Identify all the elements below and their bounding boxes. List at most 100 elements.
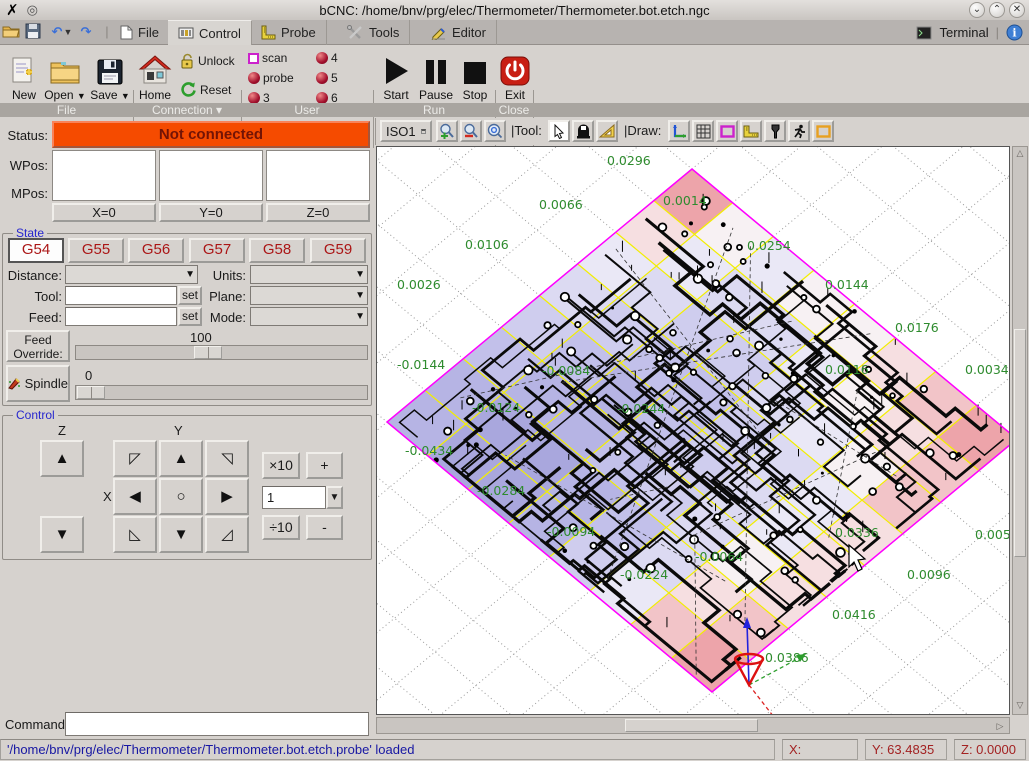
stop-button[interactable]: Stop [458,48,492,102]
maximize-button[interactable]: ⌃ [989,2,1005,18]
user-probe-button[interactable]: probe [248,71,294,85]
spindle-slider-handle[interactable] [77,386,105,399]
jog-x-plus-button[interactable]: ▶ [205,478,249,515]
tab-editor[interactable]: Editor [420,20,497,45]
user-4-button[interactable]: 4 [316,51,338,65]
zero-y-button[interactable]: Y=0 [159,203,263,222]
exit-button[interactable]: Exit [498,48,532,102]
open-button[interactable]: Open ▼ [44,48,86,102]
draw-margins-button[interactable] [716,120,738,142]
step-div10-button[interactable]: ÷10 [262,515,300,540]
wcs-g56-button[interactable]: G56 [128,238,184,263]
scroll-up-icon[interactable]: △ [1013,148,1027,159]
open-file-icon[interactable] [2,23,22,42]
feed-set-button[interactable]: set [178,307,202,326]
zoom-out-button[interactable] [460,120,482,142]
distance-combo[interactable]: ▼ [65,265,198,284]
user-5-button[interactable]: 5 [316,71,338,85]
canvas-coord-label: 0.0014 [663,193,707,208]
step-value-dropdown[interactable]: ▼ [326,486,343,509]
draw-paths-button[interactable] [788,120,810,142]
canvas-coord-label: 0.0066 [539,197,583,212]
zoom-in-button[interactable] [436,120,458,142]
save-file-icon[interactable] [25,23,45,42]
jog-y-up-button[interactable]: ▲ [159,440,203,477]
pause-button[interactable]: Pause [417,48,455,102]
status-value[interactable]: Not connected [52,121,370,148]
save-button[interactable]: Save ▼ [90,48,130,102]
gcode-canvas[interactable]: 0.02960.00660.00140.02540.01060.00260.01… [376,146,1010,715]
jog-x-minus-button[interactable]: ◀ [113,478,157,515]
tool-select-button[interactable] [548,120,570,142]
tool-set-button[interactable]: set [178,286,202,305]
vscroll-thumb[interactable] [1014,329,1026,557]
jog-down-right-button[interactable]: ◿ [205,516,249,553]
canvas-hscrollbar[interactable]: ▷ [376,717,1010,734]
jog-down-left-button[interactable]: ◺ [113,516,157,553]
jog-up-left-button[interactable]: ◸ [113,440,157,477]
unlock-button[interactable]: Unlock [180,53,235,69]
reset-button[interactable]: Reset [180,81,231,98]
tab-tools[interactable]: Tools [337,20,410,45]
tool-ruler-button[interactable] [596,120,618,142]
jog-z-up-button[interactable]: ▲ [40,440,84,477]
step-minus-button[interactable]: - [306,515,343,540]
close-button[interactable]: ✕ [1009,2,1025,18]
tab-file[interactable]: File [110,20,170,45]
view-select[interactable]: ISO1 [380,120,432,142]
user-scan-button[interactable]: scan [248,51,287,65]
minimize-button[interactable]: ⌄ [969,2,985,18]
spindle-button[interactable]: Spindle [6,365,70,402]
redo-icon[interactable]: ↷ [76,23,96,42]
feed-entry[interactable] [65,307,177,326]
canvas-coord-label: -0.0124 [472,400,520,415]
chevron-down-icon: ▼ [355,290,367,301]
tab-probe[interactable]: Probe [250,20,327,45]
wcs-g59-button[interactable]: G59 [310,238,366,263]
tool-gantry-button[interactable] [572,120,594,142]
jog-z-down-button[interactable]: ▼ [40,516,84,553]
draw-grid-button[interactable] [692,120,714,142]
jog-up-right-button[interactable]: ◹ [205,440,249,477]
zero-x-button[interactable]: X=0 [52,203,156,222]
feed-override-button[interactable]: Feed Override: [6,330,70,362]
draw-probe-button[interactable] [740,120,762,142]
step-plus-button[interactable]: + [306,452,343,479]
wcs-g54-button[interactable]: G54 [8,238,64,263]
wcs-g58-button[interactable]: G58 [249,238,305,263]
mode-combo[interactable]: ▼ [250,307,368,326]
undo-dropdown-icon[interactable]: ▼ [63,23,73,42]
step-value-combo[interactable]: 1 [262,486,326,509]
wcs-g55-button[interactable]: G55 [68,238,124,263]
feed-override-slider-handle[interactable] [194,346,222,359]
draw-workarea-button[interactable] [812,120,834,142]
jog-center-button[interactable]: ○ [159,478,203,515]
scroll-down-icon[interactable]: ▽ [1013,700,1027,711]
plane-combo[interactable]: ▼ [250,286,368,305]
group-label-connection[interactable]: Connection ▾ [133,103,241,117]
command-input[interactable] [65,712,369,736]
home-button[interactable]: Home [136,48,174,102]
units-combo[interactable]: ▼ [250,265,368,284]
tab-control[interactable]: Control [168,20,252,45]
feed-override-slider[interactable] [75,345,368,360]
tool-entry[interactable] [65,286,177,305]
statusbar-z: Z: 0.0000 [954,739,1026,760]
hscroll-thumb[interactable] [625,719,758,732]
step-mul10-button[interactable]: ×10 [262,452,300,479]
probe-ball-icon [248,72,260,84]
canvas-coord-label: 0.0296 [607,153,651,168]
terminal-button[interactable]: Terminal [939,25,988,40]
draw-axes-button[interactable] [668,120,690,142]
jog-y-down-button[interactable]: ▼ [159,516,203,553]
wcs-g57-button[interactable]: G57 [189,238,245,263]
canvas-vscrollbar[interactable]: △ ▽ [1012,146,1028,715]
start-button[interactable]: Start [378,48,414,102]
info-icon[interactable]: i [1006,24,1023,41]
zero-z-button[interactable]: Z=0 [266,203,370,222]
spindle-slider[interactable] [75,385,368,400]
zoom-fit-button[interactable] [484,120,506,142]
new-button[interactable]: New [6,48,42,102]
scroll-right-icon[interactable]: ▷ [993,721,1007,732]
draw-tool-button[interactable] [764,120,786,142]
